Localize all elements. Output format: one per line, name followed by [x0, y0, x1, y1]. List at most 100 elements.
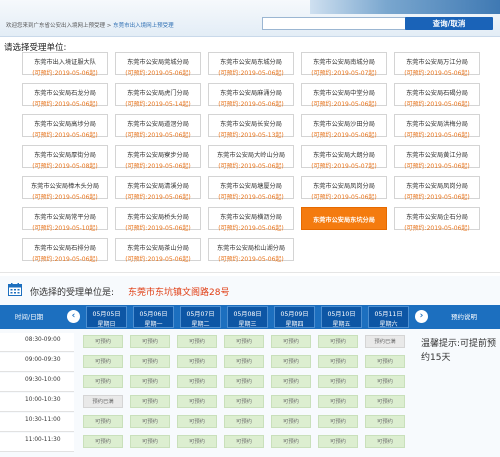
slot-available-button[interactable]: 可预约	[271, 415, 311, 428]
unit-name: 东莞市公安局石碣分局	[406, 90, 468, 97]
unit-option[interactable]: 东莞市公安局东坑分局	[301, 207, 387, 230]
slot-available-button[interactable]: 可预约	[224, 415, 264, 428]
slot-available-button[interactable]: 可预约	[177, 335, 217, 348]
unit-option[interactable]: 东莞市公安局凤岗分局 (可预约:2019-05-06起)	[301, 176, 387, 201]
time-slot-text: 09:00-09:30	[25, 357, 61, 363]
time-slot-text: 08:30-09:00	[25, 337, 61, 343]
unit-option[interactable]: 东莞市公安局大岭山分局 (可预约:2019-05-06起)	[208, 145, 294, 170]
time-slot-label: 10:00-10:30	[0, 393, 74, 412]
unit-option[interactable]: 东莞市公安局中堂分局 (可预约:2019-05-06起)	[301, 83, 387, 108]
unit-option[interactable]: 东莞市公安局虎门分局 (可预约:2019-05-14起)	[115, 83, 201, 108]
slot-available-button[interactable]: 可预约	[224, 375, 264, 388]
tip-text: 温馨提示:可提前预约15天	[421, 339, 497, 363]
slot-available-button[interactable]: 可预约	[224, 335, 264, 348]
unit-option[interactable]: 东莞市公安局塘厦分局 (可预约:2019-05-06起)	[208, 176, 294, 201]
slot-available-button[interactable]: 可预约	[318, 415, 358, 428]
unit-option[interactable]: 东莞市公安局大朗分局 (可预约:2019-05-07起)	[301, 145, 387, 170]
slot-available-button[interactable]: 可预约	[224, 395, 264, 408]
unit-option[interactable]: 东莞市公安局厚街分局 (可预约:2019-05-08起)	[22, 145, 108, 170]
unit-name: 东莞市公安局南城分局	[313, 59, 375, 66]
unit-option[interactable]: 东莞市出入境证服大队 (可预约:2019-05-06起)	[22, 52, 108, 77]
unit-option[interactable]: 东莞市公安局桥头分局 (可预约:2019-05-06起)	[115, 207, 201, 232]
unit-option[interactable]: 东莞市公安局沙田分局 (可预约:2019-05-06起)	[301, 114, 387, 139]
slot-available-button[interactable]: 可预约	[318, 395, 358, 408]
day-header: 05月05日 星期日	[86, 306, 127, 328]
prev-week-arrow-icon[interactable]: ‹	[67, 310, 80, 323]
slot-available-button[interactable]: 可预约	[365, 375, 405, 388]
unit-option[interactable]: 东莞市公安局麻涌分局 (可预约:2019-05-06起)	[208, 83, 294, 108]
unit-available-date: (可预约:2019-05-06起)	[404, 132, 470, 139]
unit-name: 东莞市公安局石排分局	[34, 245, 96, 252]
slot-available-button[interactable]: 可预约	[271, 335, 311, 348]
unit-option[interactable]: 东莞市公安局石排分局 (可预约:2019-05-06起)	[22, 238, 108, 263]
slot-available-button[interactable]: 可预约	[130, 415, 170, 428]
unit-option[interactable]: 东莞市公安局松山湖分局 (可预约:2019-05-06起)	[208, 238, 294, 263]
search-input[interactable]	[262, 17, 406, 30]
unit-option[interactable]: 东莞市公安局石龙分局 (可预约:2019-05-06起)	[22, 83, 108, 108]
slot-available-button[interactable]: 可预约	[83, 415, 123, 428]
unit-option[interactable]: 东莞市公安局南城分局 (可预约:2019-05-07起)	[301, 52, 387, 77]
slot-available-button[interactable]: 可预约	[83, 375, 123, 388]
slot-available-button[interactable]: 可预约	[271, 435, 311, 448]
next-week-arrow-icon[interactable]: ›	[415, 310, 428, 323]
unit-option[interactable]: 东莞市公安局常平分局 (可预约:2019-05-10起)	[22, 207, 108, 232]
day-weekday: 星期六	[379, 321, 398, 328]
unit-option[interactable]: 东莞市公安局樟木头分局 (可预约:2019-05-06起)	[22, 176, 108, 201]
slot-available-button[interactable]: 可预约	[365, 395, 405, 408]
slot-available-button[interactable]: 可预约	[83, 355, 123, 368]
slot-available-button[interactable]: 可预约	[177, 355, 217, 368]
slot-available-button[interactable]: 可预约	[271, 355, 311, 368]
slot-available-button[interactable]: 可预约	[271, 395, 311, 408]
unit-option[interactable]: 东莞市公安局石碣分局 (可预约:2019-05-06起)	[394, 83, 480, 108]
unit-option[interactable]: 东莞市公安局东城分局 (可预约:2019-05-06起)	[208, 52, 294, 77]
slot-available-button[interactable]: 可预约	[83, 435, 123, 448]
unit-option[interactable]: 东莞市公安局寮步分局 (可预约:2019-05-06起)	[115, 145, 201, 170]
slot-available-button[interactable]: 可预约	[224, 435, 264, 448]
unit-option[interactable]: 东莞市公安局道滘分局 (可预约:2019-05-06起)	[115, 114, 201, 139]
unit-name: 东莞市公安局横沥分局	[220, 214, 282, 221]
breadcrumb-current[interactable]: 东莞市出入境网上预受理	[113, 23, 174, 29]
unit-option[interactable]: 东莞市公安局清溪分局 (可预约:2019-05-06起)	[115, 176, 201, 201]
unit-name: 东莞市公安局麻涌分局	[220, 90, 282, 97]
unit-option[interactable]: 东莞市公安局万江分局 (可预约:2019-05-06起)	[394, 52, 480, 77]
breadcrumb-home-link[interactable]: 欢迎您来到广东省公安出入境网上预受理	[6, 23, 105, 29]
slot-available-button[interactable]: 可预约	[130, 375, 170, 388]
slot-available-button[interactable]: 可预约	[130, 335, 170, 348]
slot-available-button[interactable]: 可预约	[224, 355, 264, 368]
unit-name: 东莞市公安局厚街分局	[34, 152, 96, 159]
slot-available-button[interactable]: 可预约	[177, 415, 217, 428]
slot-available-button[interactable]: 可预约	[318, 335, 358, 348]
selected-unit-address: 东莞市东坑镇文阁路28号	[128, 288, 230, 298]
unit-option[interactable]: 东莞市公安局长安分局 (可预约:2019-05-13起)	[208, 114, 294, 139]
unit-option[interactable]: 东莞市公安局黄江分局 (可预约:2019-05-06起)	[394, 145, 480, 170]
unit-option[interactable]: 东莞市公安局洪梅分局 (可预约:2019-05-06起)	[394, 114, 480, 139]
unit-option[interactable]: 东莞市公安局莞城分局 (可预约:2019-05-06起)	[115, 52, 201, 77]
slot-available-button[interactable]: 可预约	[318, 435, 358, 448]
slot-available-button[interactable]: 可预约	[365, 435, 405, 448]
unit-option[interactable]: 东莞市公安局企石分局 (可预约:2019-05-06起)	[394, 207, 480, 232]
unit-option[interactable]: 东莞市公安局高埗分局 (可预约:2019-05-06起)	[22, 114, 108, 139]
slot-available-button[interactable]: 可预约	[365, 415, 405, 428]
slot-available-button[interactable]: 可预约	[177, 395, 217, 408]
slot-full: 预约已满	[365, 335, 405, 348]
unit-option[interactable]: 东莞市公安局凤岗分局 (可预约:2019-05-06起)	[394, 176, 480, 201]
slot-available-button[interactable]: 可预约	[83, 335, 123, 348]
slot-available-button[interactable]: 可预约	[130, 355, 170, 368]
slot-available-button[interactable]: 可预约	[271, 375, 311, 388]
unit-available-date: (可预约:2019-05-06起)	[32, 101, 98, 108]
slot-available-button[interactable]: 可预约	[130, 435, 170, 448]
unit-option[interactable]: 东莞市公安局横沥分局 (可预约:2019-05-06起)	[208, 207, 294, 232]
query-cancel-button[interactable]: 查询/取消	[405, 17, 493, 30]
slot-available-button[interactable]: 可预约	[365, 355, 405, 368]
day-header: 05月11日 星期六	[368, 306, 409, 328]
slot-available-button[interactable]: 可预约	[318, 355, 358, 368]
slot-available-button[interactable]: 可预约	[318, 375, 358, 388]
day-date: 05月10日	[327, 311, 356, 318]
slot-available-button[interactable]: 可预约	[130, 395, 170, 408]
slot-available-button[interactable]: 可预约	[177, 435, 217, 448]
breadcrumb-separator: >	[105, 23, 114, 29]
booking-guide-link[interactable]: 预约说明	[434, 305, 494, 329]
unit-name: 东莞市公安局东城分局	[220, 59, 282, 66]
unit-option[interactable]: 东莞市公安局茶山分局 (可预约:2019-05-06起)	[115, 238, 201, 263]
slot-available-button[interactable]: 可预约	[177, 375, 217, 388]
